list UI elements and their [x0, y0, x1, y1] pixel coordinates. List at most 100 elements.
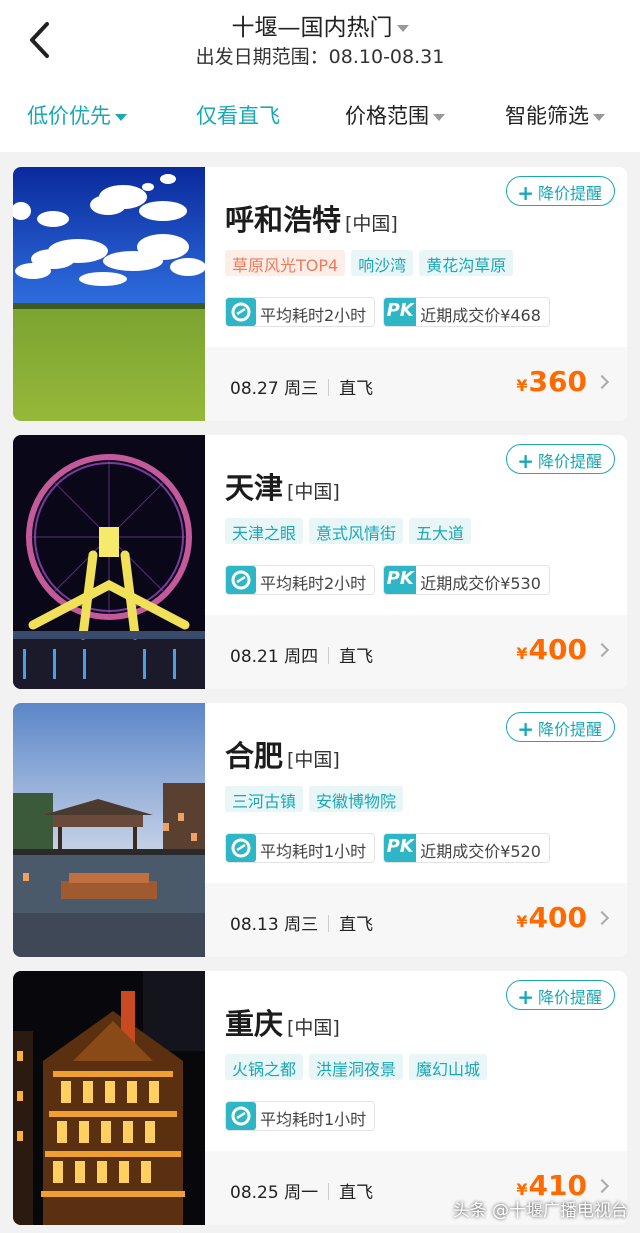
flight-summary[interactable]: 08.13 周三 直飞 ¥400 [205, 883, 627, 957]
price: ¥400 [516, 633, 587, 666]
route-title[interactable]: 十堰—国内热门 [0, 8, 640, 42]
price-alert-button[interactable]: + 降价提醒 [506, 712, 615, 742]
country-label: [中国] [345, 213, 398, 235]
duration-text: 平均耗时1小时 [260, 1110, 367, 1129]
price-value: 400 [528, 633, 587, 666]
country-label: [中国] [287, 1017, 340, 1039]
flight-summary[interactable]: 08.27 周三 直飞 ¥360 [205, 347, 627, 421]
attraction-tag: 响沙湾 [351, 250, 414, 276]
destination-photo [13, 971, 205, 1225]
city-name: 呼和浩特 [中国] [225, 197, 398, 239]
filter-label: 低价优先 [27, 104, 111, 128]
info-row: 平均耗时1小时 [225, 1101, 383, 1131]
attraction-tag: 洪崖洞夜景 [309, 1054, 404, 1080]
destination-card[interactable]: + 降价提醒 天津 [中国] 天津之眼 意式风情街 五大道 平均耗时2小时 PK 近期成交价… [13, 435, 627, 689]
date-text: 08.25 周一 [230, 1183, 319, 1203]
route-title-text: 十堰—国内热门 [231, 15, 393, 41]
city-label: 天津 [225, 471, 284, 505]
tag-list: 草原风光TOP4 响沙湾 黄花沟草原 [225, 250, 519, 276]
info-row: 平均耗时2小时 PK 近期成交价¥530 [225, 565, 558, 595]
flight-type: 直飞 [339, 915, 374, 935]
alert-label: 降价提醒 [537, 452, 602, 471]
pk-icon: PK [384, 298, 417, 326]
attraction-tag: 意式风情街 [309, 518, 404, 544]
price-alert-button[interactable]: + 降价提醒 [506, 444, 615, 474]
plus-icon: + [517, 985, 534, 1009]
filter-direct-only[interactable]: 仅看直飞 [196, 100, 280, 130]
date-text: 08.21 周四 [230, 647, 319, 667]
currency-symbol: ¥ [516, 912, 528, 931]
info-row: 平均耗时2小时 PK 近期成交价¥468 [225, 297, 558, 327]
duration-info: 平均耗时2小时 [225, 565, 376, 595]
city-label: 呼和浩特 [225, 203, 342, 237]
destination-photo [13, 167, 205, 421]
date-range: 出发日期范围：08.10-08.31 [195, 46, 445, 68]
attraction-tag: 安徽博物院 [309, 786, 404, 812]
alert-label: 降价提醒 [537, 988, 602, 1007]
caret-down-icon [115, 113, 127, 121]
tag-list: 天津之眼 意式风情街 五大道 [225, 518, 477, 544]
currency-symbol: ¥ [516, 376, 528, 395]
country-label: [中国] [287, 481, 340, 503]
filter-label: 智能筛选 [505, 104, 589, 128]
departure-date: 08.25 周一 直飞 [230, 1178, 373, 1203]
recent-price-info: PK 近期成交价¥520 [383, 833, 550, 863]
price-alert-button[interactable]: + 降价提醒 [506, 176, 615, 206]
city-name: 天津 [中国] [225, 465, 340, 507]
clock-icon [226, 834, 256, 862]
night-building-image [13, 971, 205, 1225]
clock-icon [226, 298, 256, 326]
attraction-tag: 黄花沟草原 [419, 250, 514, 276]
departure-date: 08.13 周三 直飞 [230, 910, 373, 935]
currency-symbol: ¥ [516, 644, 528, 663]
clock-icon [226, 1102, 256, 1130]
duration-info: 平均耗时2小时 [225, 297, 376, 327]
price: ¥400 [516, 901, 587, 934]
chevron-right-icon [594, 1178, 610, 1194]
attraction-tag: 天津之眼 [225, 518, 304, 544]
departure-date: 08.21 周四 直飞 [230, 642, 373, 667]
destination-card[interactable]: + 降价提醒 重庆 [中国] 火锅之都 洪崖洞夜景 魔幻山城 平均耗时1小时 08.25… [13, 971, 627, 1225]
country-label: [中国] [287, 749, 340, 771]
destination-photo [13, 703, 205, 957]
date-text: 08.13 周三 [230, 915, 319, 935]
plus-icon: + [517, 181, 534, 205]
filter-price-range[interactable]: 价格范围 [345, 100, 445, 130]
city-name: 合肥 [中国] [225, 733, 340, 775]
price-value: 400 [528, 901, 587, 934]
flight-type: 直飞 [339, 647, 374, 667]
attraction-tag: 三河古镇 [225, 786, 304, 812]
price-alert-button[interactable]: + 降价提醒 [506, 980, 615, 1010]
flight-summary[interactable]: 08.21 周四 直飞 ¥400 [205, 615, 627, 689]
recent-price-info: PK 近期成交价¥530 [383, 565, 550, 595]
chevron-right-icon [594, 910, 610, 926]
date-text: 08.27 周三 [230, 379, 319, 399]
caret-down-icon [593, 113, 605, 121]
duration-info: 平均耗时1小时 [225, 1101, 376, 1131]
attraction-tag: 火锅之都 [225, 1054, 304, 1080]
alert-label: 降价提醒 [537, 720, 602, 739]
duration-info: 平均耗时1小时 [225, 833, 376, 863]
header: 十堰—国内热门 出发日期范围：08.10-08.31 低价优先 仅看直飞 价格范… [0, 0, 640, 152]
divider [328, 915, 330, 932]
recent-price-text: 近期成交价¥520 [420, 842, 541, 861]
destination-card[interactable]: + 降价提醒 呼和浩特 [中国] 草原风光TOP4 响沙湾 黄花沟草原 平均耗时2小时 P… [13, 167, 627, 421]
departure-date: 08.27 周三 直飞 [230, 374, 373, 399]
clock-icon [226, 566, 256, 594]
divider [328, 1183, 330, 1200]
filter-bar: 低价优先 仅看直飞 价格范围 智能筛选 [0, 96, 640, 136]
caret-down-icon [433, 113, 445, 121]
price-value: 360 [528, 365, 587, 398]
attraction-tag: 魔幻山城 [409, 1054, 488, 1080]
destination-card[interactable]: + 降价提醒 合肥 [中国] 三河古镇 安徽博物院 平均耗时1小时 PK 近期成交价¥52… [13, 703, 627, 957]
recent-price-text: 近期成交价¥468 [420, 306, 541, 325]
price: ¥360 [516, 365, 587, 398]
alert-label: 降价提醒 [537, 184, 602, 203]
filter-low-price[interactable]: 低价优先 [27, 100, 127, 130]
filter-smart[interactable]: 智能筛选 [505, 100, 605, 130]
flight-type: 直飞 [339, 1183, 374, 1203]
grassland-landscape-image [13, 167, 205, 421]
ferris-wheel-night-image [13, 435, 205, 689]
pk-icon: PK [384, 566, 417, 594]
recent-price-info: PK 近期成交价¥468 [383, 297, 550, 327]
